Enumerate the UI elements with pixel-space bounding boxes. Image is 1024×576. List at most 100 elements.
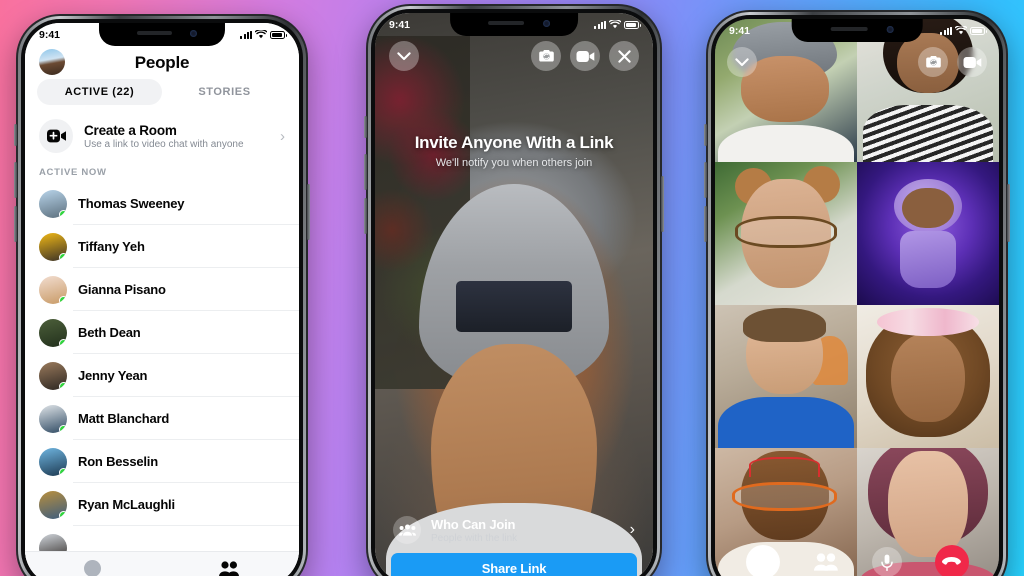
chevron-right-icon: › <box>280 127 285 145</box>
create-room-text: Create a Room Use a link to video chat w… <box>84 123 269 150</box>
list-item[interactable]: Thomas Sweeney <box>25 182 299 225</box>
volume-up-button[interactable] <box>704 162 707 198</box>
contact-name: Tiffany Yeh <box>78 239 145 254</box>
list-item[interactable]: Jenny Yean <box>25 354 299 397</box>
participant-tile[interactable] <box>715 162 857 305</box>
contact-name: Gianna Pisano <box>78 282 166 297</box>
bottom-nav-bar[interactable] <box>25 551 299 576</box>
tab-active[interactable]: ACTIVE (22) <box>37 79 162 105</box>
avatar <box>39 533 67 551</box>
mute-switch[interactable] <box>14 124 17 146</box>
people-icon[interactable] <box>813 553 839 571</box>
online-status-dot <box>59 510 67 519</box>
chevron-down-icon[interactable] <box>389 41 419 71</box>
chats-circle-icon[interactable] <box>83 560 101 576</box>
list-item[interactable]: Tiffany Yeh <box>25 225 299 268</box>
status-indicators <box>240 30 287 39</box>
participant-tile[interactable] <box>715 305 857 448</box>
online-status-dot <box>59 209 67 218</box>
volume-up-button[interactable] <box>364 154 367 190</box>
power-button[interactable] <box>307 184 310 240</box>
contact-name: Beth Dean <box>78 325 141 340</box>
avatar <box>39 189 67 218</box>
who-can-join-title: Who Can Join <box>431 516 516 532</box>
wifi-icon <box>609 20 621 29</box>
capture-circle-button[interactable] <box>745 545 780 576</box>
speaker-grille <box>488 21 525 25</box>
call-action-buttons <box>918 47 987 77</box>
call-top-controls <box>715 47 999 77</box>
contact-list[interactable]: Thomas Sweeney Tiffany Yeh Gianna Pisano… <box>25 182 299 551</box>
phone-people-list: 9:41 People ACTIVE (22) STORIES Create a… <box>14 14 310 576</box>
invite-subhead: We'll notify you when others join <box>435 157 593 169</box>
contact-name: Ron Besselin <box>78 454 158 469</box>
video-preview-background <box>375 13 653 576</box>
close-x-icon[interactable] <box>609 41 639 71</box>
video-grid <box>715 19 999 576</box>
status-time: 9:41 <box>729 24 751 37</box>
people-screen-body: People ACTIVE (22) STORIES Create a Room… <box>25 23 299 576</box>
camera-flip-icon[interactable] <box>531 41 561 71</box>
active-now-label: ACTIVE NOW <box>39 167 107 178</box>
share-link-button[interactable]: Share Link <box>391 553 637 576</box>
tab-stories[interactable]: STORIES <box>162 79 287 105</box>
list-item[interactable] <box>25 526 299 551</box>
page-title: People <box>134 52 190 72</box>
avatar <box>39 232 67 261</box>
people-group-icon <box>393 516 421 544</box>
participant-tile[interactable] <box>857 162 999 305</box>
chevron-down-icon[interactable] <box>727 47 757 77</box>
phone2-screen: 9:41 Invite Anyone With a Link We'll not… <box>375 13 653 576</box>
online-status-dot <box>59 338 67 347</box>
list-item[interactable]: Gianna Pisano <box>25 268 299 311</box>
video-camera-icon[interactable] <box>570 41 600 71</box>
call-bottom-controls <box>715 545 999 576</box>
who-can-join-row[interactable]: Who Can Join People with the link › <box>391 508 637 553</box>
power-button[interactable] <box>661 176 664 232</box>
speaker-grille <box>136 31 173 35</box>
notch <box>98 23 226 46</box>
status-indicators <box>940 26 987 35</box>
status-time: 9:41 <box>389 18 411 31</box>
signal-bars-icon <box>940 26 952 35</box>
contact-name: Jenny Yean <box>78 368 148 383</box>
list-item[interactable]: Ron Besselin <box>25 440 299 483</box>
phone3-screen: 9:41 <box>715 19 999 576</box>
microphone-icon[interactable] <box>871 547 902 576</box>
video-camera-icon[interactable] <box>957 47 987 77</box>
battery-icon <box>970 26 987 35</box>
camera-flip-icon[interactable] <box>918 47 948 77</box>
avatar[interactable] <box>39 49 65 75</box>
create-room-row[interactable]: Create a Room Use a link to video chat w… <box>25 109 299 162</box>
avatar <box>39 447 67 476</box>
mute-switch[interactable] <box>364 116 367 138</box>
call-action-buttons <box>531 41 639 71</box>
end-call-icon[interactable] <box>934 545 969 576</box>
create-room-title: Create a Room <box>84 122 177 138</box>
contact-name: Matt Blanchard <box>78 411 170 426</box>
volume-down-button[interactable] <box>704 206 707 242</box>
participant-tile[interactable] <box>857 305 999 448</box>
chevron-right-icon: › <box>629 521 635 538</box>
phone1-screen: 9:41 People ACTIVE (22) STORIES Create a… <box>25 23 299 576</box>
people-icon[interactable] <box>218 560 240 576</box>
mute-switch[interactable] <box>704 124 707 146</box>
list-item[interactable]: Ryan McLaughli <box>25 483 299 526</box>
volume-down-button[interactable] <box>364 198 367 234</box>
battery-icon <box>270 30 287 39</box>
power-button[interactable] <box>1007 184 1010 242</box>
online-status-dot <box>59 424 67 433</box>
contact-name: Ryan McLaughli <box>78 497 175 512</box>
avatar <box>39 490 67 519</box>
who-can-join-subtitle: People with the link <box>431 532 518 544</box>
list-item[interactable]: Matt Blanchard <box>25 397 299 440</box>
status-time: 9:41 <box>39 28 61 41</box>
volume-down-button[interactable] <box>14 206 17 242</box>
list-item[interactable]: Beth Dean <box>25 311 299 354</box>
tab-bar: ACTIVE (22) STORIES <box>25 79 299 109</box>
phone-group-call: 9:41 <box>704 10 1010 576</box>
online-status-dot <box>59 295 67 304</box>
battery-icon <box>624 20 641 29</box>
notch <box>791 19 923 42</box>
volume-up-button[interactable] <box>14 162 17 198</box>
